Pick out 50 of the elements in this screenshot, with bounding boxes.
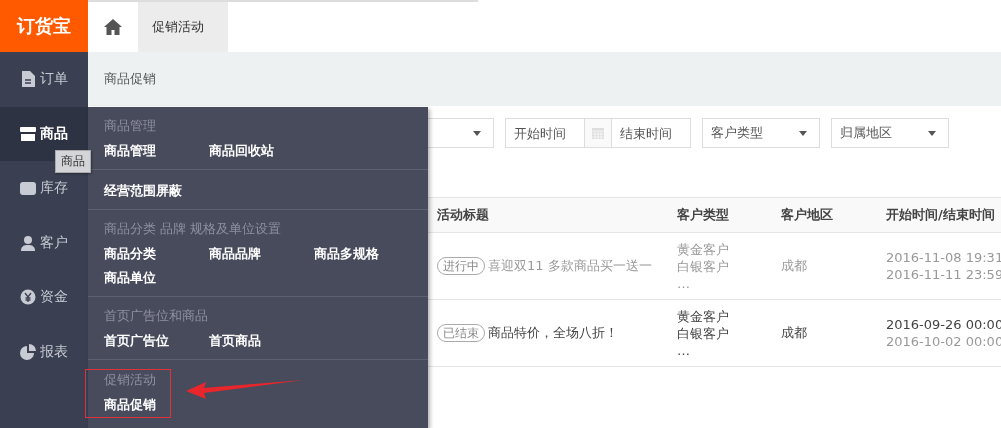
- menu-heading: 商品分类 品牌 规格及单位设置: [104, 220, 283, 238]
- sidebar-item[interactable]: 订单: [0, 52, 88, 107]
- table-cell-text: 成都: [781, 257, 808, 275]
- document-icon: [20, 71, 36, 88]
- menu-link[interactable]: 商品品牌: [209, 242, 314, 266]
- column-header: 客户类型: [668, 197, 772, 233]
- customer-type: 黄金客户: [677, 307, 730, 325]
- menu-link[interactable]: 商品分类: [104, 242, 209, 266]
- home-icon: [104, 19, 122, 35]
- pie-chart-icon: [20, 343, 36, 360]
- menu-link[interactable]: 商品回收站: [209, 139, 314, 163]
- customer-type: 白银客户: [677, 257, 730, 275]
- menu-heading: 商品管理: [104, 117, 157, 135]
- column-header: 客户地区: [772, 197, 877, 233]
- select-field[interactable]: 归属地区: [831, 118, 949, 148]
- menu-heading: 促销活动: [104, 371, 156, 389]
- caret-icon: [799, 130, 807, 136]
- sidebar-item[interactable]: 报表: [0, 324, 88, 379]
- box-icon: [20, 180, 36, 197]
- yen-icon: [20, 289, 36, 306]
- breadcrumb: 商品促销: [104, 70, 156, 88]
- menu-link[interactable]: 经营范围屏蔽: [104, 179, 209, 203]
- column-header: 活动标题: [428, 197, 668, 233]
- calendar-icon: [592, 127, 604, 139]
- menu-link[interactable]: 商品促销: [104, 393, 156, 417]
- menu-heading: 首页广告位和商品: [104, 307, 209, 325]
- customer-type: …: [677, 274, 691, 292]
- activity-title: 商品特价，全场八折！: [488, 324, 618, 342]
- column-header: 开始时间/结束时间: [877, 197, 1001, 233]
- caret-icon: [473, 130, 481, 136]
- menu-link[interactable]: 商品多规格: [314, 242, 419, 266]
- menu-link[interactable]: 商品管理: [104, 139, 209, 163]
- customer-type: 白银客户: [677, 324, 730, 342]
- menu-link[interactable]: 商品单位: [104, 266, 209, 290]
- user-icon: [20, 234, 36, 251]
- sidebar-item[interactable]: 客户: [0, 215, 88, 270]
- customer-type: 黄金客户: [677, 240, 730, 258]
- table-cell-text: 成都: [781, 324, 808, 342]
- logo: 订货宝: [15, 14, 72, 38]
- page-tab[interactable]: 促销活动: [138, 2, 228, 52]
- select-field[interactable]: 客户类型: [702, 118, 820, 148]
- sidebar-item[interactable]: 资金: [0, 270, 88, 325]
- date-field[interactable]: 开始时间: [505, 118, 585, 148]
- tooltip: 商品: [55, 150, 91, 173]
- customer-type: …: [677, 341, 691, 359]
- store-icon: [20, 125, 36, 142]
- date-field[interactable]: 结束时间: [611, 118, 691, 148]
- caret-icon: [928, 130, 936, 136]
- menu-link[interactable]: 首页广告位: [104, 329, 209, 353]
- menu-link[interactable]: 首页商品: [209, 329, 314, 353]
